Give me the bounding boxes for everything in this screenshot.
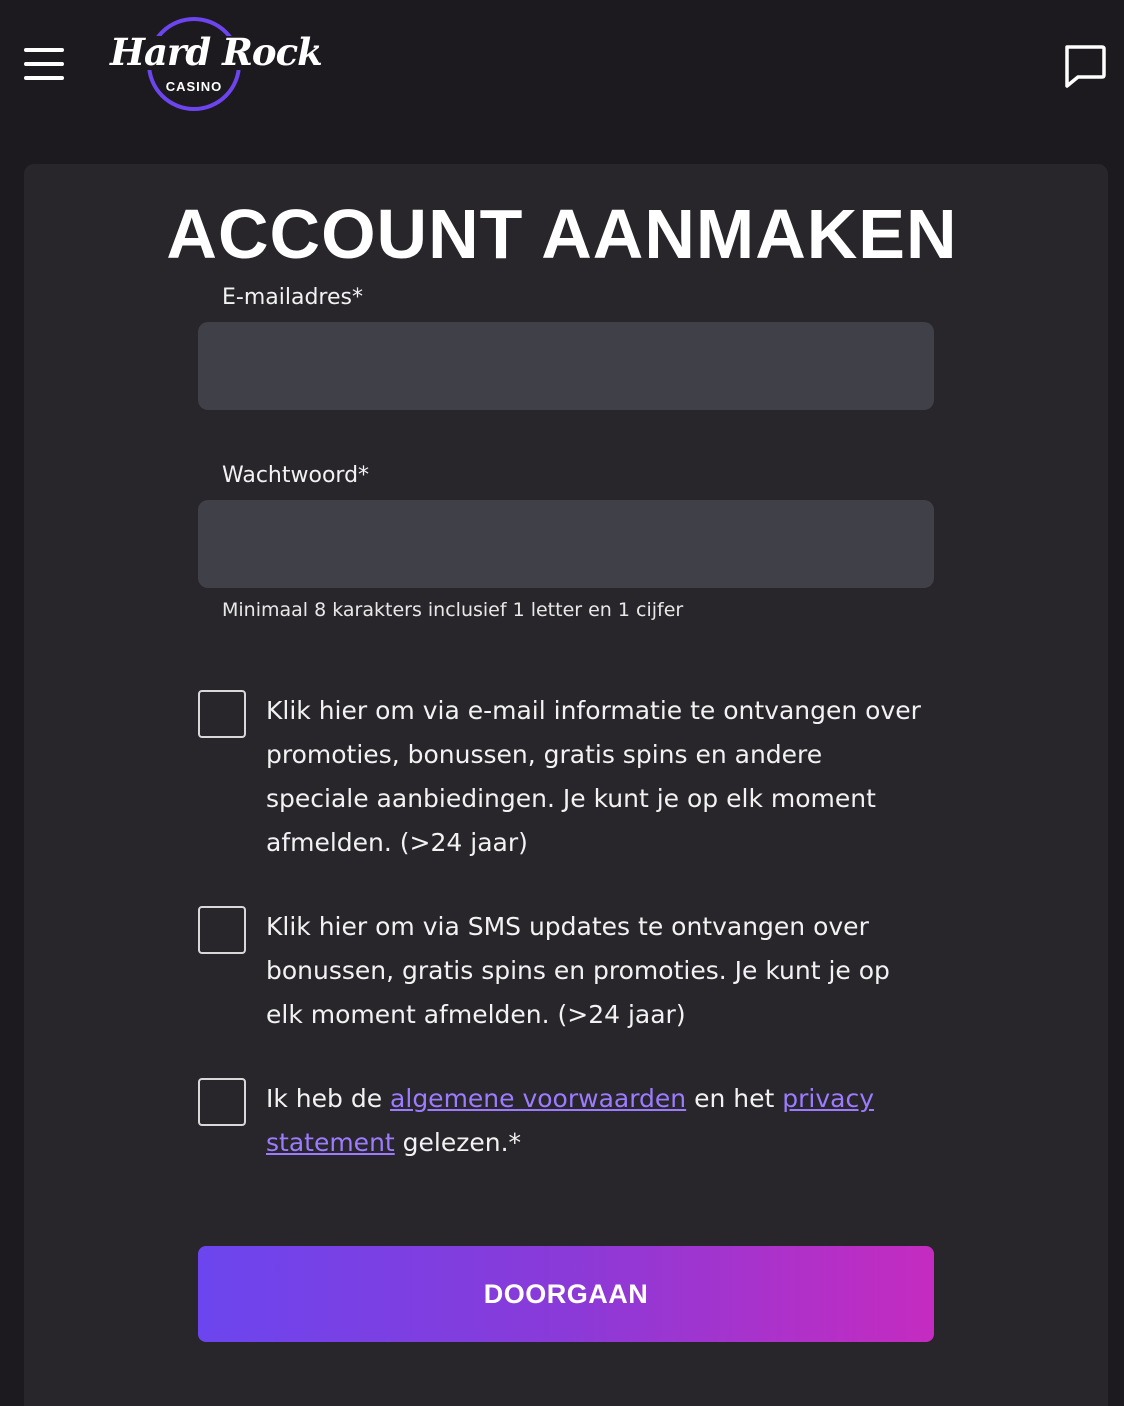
email-promotions-label: Klik hier om via e-mail informatie te on… [266, 696, 921, 857]
terms-text-after: gelezen.* [394, 1128, 522, 1157]
page-title: ACCOUNT AANMAKEN [166, 195, 958, 273]
terms-text-middle: en het [686, 1084, 783, 1113]
hamburger-icon[interactable] [20, 44, 68, 84]
sms-updates-checkbox[interactable] [198, 906, 246, 954]
logo-title: Hard Rock [110, 30, 323, 74]
logo-subtitle: CASINO [165, 79, 223, 94]
sms-updates-label: Klik hier om via SMS updates te ontvange… [266, 912, 890, 1029]
email-label: E-mailadres* [222, 285, 363, 310]
terms-link[interactable]: algemene voorwaarden [390, 1084, 686, 1113]
continue-button[interactable]: DOORGAAN [198, 1246, 934, 1342]
password-field[interactable] [198, 500, 934, 588]
email-promotions-checkbox[interactable] [198, 690, 246, 738]
terms-text-before: Ik heb de [266, 1084, 391, 1113]
terms-checkbox[interactable] [198, 1078, 246, 1126]
chat-bubble-icon[interactable] [1060, 42, 1108, 90]
hard-rock-casino-logo[interactable]: Hard Rock CASINO [108, 14, 323, 114]
email-field[interactable] [198, 322, 934, 410]
terms-label: Ik heb de algemene voorwaarden en het pr… [266, 1077, 926, 1165]
page: Hard Rock CASINO ACCOUNT AANMAKEN E-mail… [0, 0, 1124, 1406]
header: Hard Rock CASINO [0, 0, 1124, 140]
password-label: Wachtwoord* [222, 463, 370, 488]
password-hint: Minimaal 8 karakters inclusief 1 letter … [222, 599, 684, 621]
